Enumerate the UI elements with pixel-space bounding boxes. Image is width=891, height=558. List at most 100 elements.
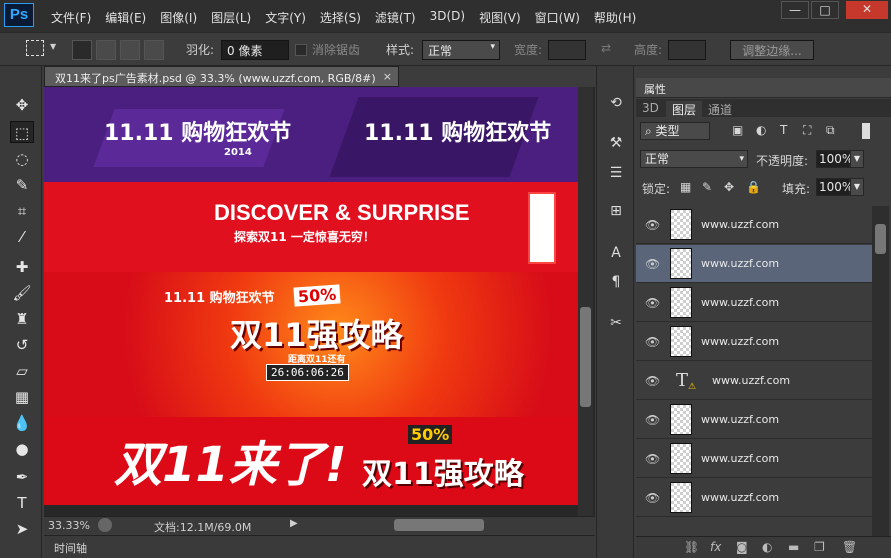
properties-tab[interactable]: 属性	[636, 78, 891, 98]
filter-type-icon[interactable]: T	[780, 123, 787, 137]
layer-filter-select[interactable]: ⌕ 类型	[640, 122, 710, 140]
eye-icon[interactable]: 👁	[645, 218, 660, 232]
layer-row[interactable]: 👁 www.uzzf.com	[636, 206, 872, 244]
status-arrow-icon[interactable]: ▶	[290, 518, 298, 529]
eye-icon[interactable]: 👁	[645, 452, 660, 466]
intersect-selection-icon[interactable]	[144, 40, 164, 60]
horizontal-scrollbar-thumb[interactable]	[394, 519, 484, 531]
clone-stamp-tool-icon[interactable]: ♜	[10, 308, 34, 330]
lock-transparent-icon[interactable]: ▦	[680, 180, 691, 194]
menu-edit[interactable]: 编辑(E)	[98, 9, 153, 26]
gradient-tool-icon[interactable]: ▦	[10, 386, 34, 408]
layer-row[interactable]: 👁 www.uzzf.com	[636, 401, 872, 439]
minimize-button[interactable]: —	[781, 1, 809, 19]
menu-help[interactable]: 帮助(H)	[587, 9, 643, 26]
zoom-level[interactable]: 33.33%	[48, 519, 90, 532]
close-window-button[interactable]: ✕	[846, 1, 888, 19]
subtract-selection-icon[interactable]	[120, 40, 140, 60]
layer-style-icon[interactable]: fx	[710, 540, 721, 554]
layer-row[interactable]: 👁 www.uzzf.com	[636, 323, 872, 361]
move-tool-icon[interactable]: ✥	[10, 94, 34, 116]
type-tool-icon[interactable]: T	[10, 492, 34, 514]
timeline-panel[interactable]: 时间轴	[44, 535, 595, 558]
eye-icon[interactable]: 👁	[645, 335, 660, 349]
timeline-label[interactable]: 时间轴	[54, 540, 87, 556]
clone-source-icon[interactable]: ⊞	[605, 200, 627, 222]
width-input[interactable]	[548, 40, 586, 60]
menu-type[interactable]: 文字(Y)	[258, 9, 313, 26]
history-panel-icon[interactable]: ⟲	[605, 92, 627, 114]
paragraph-panel-icon[interactable]: ¶	[605, 271, 627, 293]
new-layer-icon[interactable]: ❐	[814, 540, 825, 554]
menu-layer[interactable]: 图层(L)	[204, 9, 258, 26]
fill-input[interactable]: 100%	[816, 178, 853, 196]
healing-brush-tool-icon[interactable]: ✚	[10, 256, 34, 278]
menu-select[interactable]: 选择(S)	[313, 9, 368, 26]
menu-filter[interactable]: 滤镜(T)	[368, 9, 423, 26]
lock-move-icon[interactable]: ✥	[724, 180, 734, 194]
tab-3d[interactable]: 3D	[642, 101, 659, 115]
scrollbar-thumb[interactable]	[580, 307, 591, 407]
eyedropper-tool-icon[interactable]: ⁄	[10, 226, 34, 248]
canvas-vertical-scrollbar[interactable]	[578, 87, 593, 517]
layer-row-text[interactable]: 👁 T ⚠ www.uzzf.com	[636, 362, 872, 400]
menu-file[interactable]: 文件(F)	[44, 9, 98, 26]
menu-image[interactable]: 图像(I)	[153, 9, 204, 26]
style-select[interactable]: 正常 ▾	[422, 40, 500, 60]
character-panel-icon[interactable]: A	[605, 242, 627, 264]
marquee-tool-icon[interactable]	[26, 40, 44, 56]
eye-icon[interactable]: 👁	[645, 257, 660, 271]
filter-adjust-icon[interactable]: ◐	[756, 123, 766, 137]
fill-dropdown-icon[interactable]: ▼	[850, 178, 864, 196]
tool-preset-dropdown-icon[interactable]: ▼	[50, 42, 56, 51]
tool-presets-icon[interactable]: ✂	[605, 312, 627, 334]
opacity-input[interactable]: 100%	[816, 150, 853, 168]
layer-mask-icon[interactable]: ◙	[736, 540, 748, 554]
new-selection-icon[interactable]	[72, 40, 92, 60]
dodge-tool-icon[interactable]: ●	[10, 438, 34, 460]
swap-icon[interactable]: ⇄	[601, 41, 611, 55]
height-input[interactable]	[668, 40, 706, 60]
document-canvas[interactable]: 11.11 购物狂欢节 2014 11.11 购物狂欢节 DISCOVER & …	[44, 87, 578, 505]
lasso-tool-icon[interactable]: ◌	[10, 148, 34, 170]
quick-select-tool-icon[interactable]: ✎	[10, 174, 34, 196]
opacity-dropdown-icon[interactable]: ▼	[850, 150, 864, 168]
layer-row[interactable]: 👁 www.uzzf.com	[636, 479, 872, 517]
canvas-area[interactable]: 11.11 购物狂欢节 2014 11.11 购物狂欢节 DISCOVER & …	[44, 87, 595, 517]
filter-toggle[interactable]	[862, 123, 870, 139]
crop-tool-icon[interactable]: ⌗	[10, 200, 34, 222]
layers-scrollbar-thumb[interactable]	[875, 224, 886, 254]
antialias-checkbox[interactable]	[295, 44, 307, 56]
maximize-button[interactable]: □	[811, 1, 839, 19]
eraser-tool-icon[interactable]: ▱	[10, 360, 34, 382]
lock-all-icon[interactable]: 🔒	[746, 180, 761, 194]
filter-smart-icon[interactable]: ⧉	[826, 123, 835, 138]
menu-3d[interactable]: 3D(D)	[423, 9, 472, 26]
eye-icon[interactable]: 👁	[645, 374, 660, 388]
brush-tool-icon[interactable]: 🖌	[10, 282, 34, 304]
blur-tool-icon[interactable]: 💧	[10, 412, 34, 434]
eye-icon[interactable]: 👁	[645, 413, 660, 427]
layer-row-selected[interactable]: 👁 www.uzzf.com	[636, 245, 872, 283]
filter-shape-icon[interactable]: ⛶	[803, 123, 811, 138]
menu-window[interactable]: 窗口(W)	[528, 9, 587, 26]
history-brush-tool-icon[interactable]: ↺	[10, 334, 34, 356]
add-selection-icon[interactable]	[96, 40, 116, 60]
layer-row[interactable]: 👁 www.uzzf.com	[636, 440, 872, 478]
close-document-icon[interactable]: ×	[383, 70, 392, 83]
link-layers-icon[interactable]: ⛓	[684, 540, 699, 554]
lock-paint-icon[interactable]: ✎	[702, 180, 712, 194]
tab-layers[interactable]: 图层	[666, 101, 703, 119]
brush-preset-icon[interactable]: ⚒	[605, 132, 627, 154]
pen-tool-icon[interactable]: ✒	[10, 466, 34, 488]
document-tab[interactable]: 双11来了ps广告素材.psd @ 33.3% (www.uzzf.com, R…	[44, 66, 399, 87]
filter-pixel-icon[interactable]: ▣	[732, 123, 743, 137]
delete-layer-icon[interactable]: 🗑	[842, 540, 857, 554]
tab-channels[interactable]: 通道	[708, 101, 732, 118]
layers-scrollbar[interactable]	[872, 206, 889, 541]
feather-input[interactable]: 0 像素	[221, 40, 289, 60]
eye-icon[interactable]: 👁	[645, 491, 660, 505]
menu-view[interactable]: 视图(V)	[472, 9, 528, 26]
rect-marquee-tool-icon[interactable]: ⬚	[10, 121, 34, 143]
path-selection-tool-icon[interactable]: ➤	[10, 518, 34, 540]
